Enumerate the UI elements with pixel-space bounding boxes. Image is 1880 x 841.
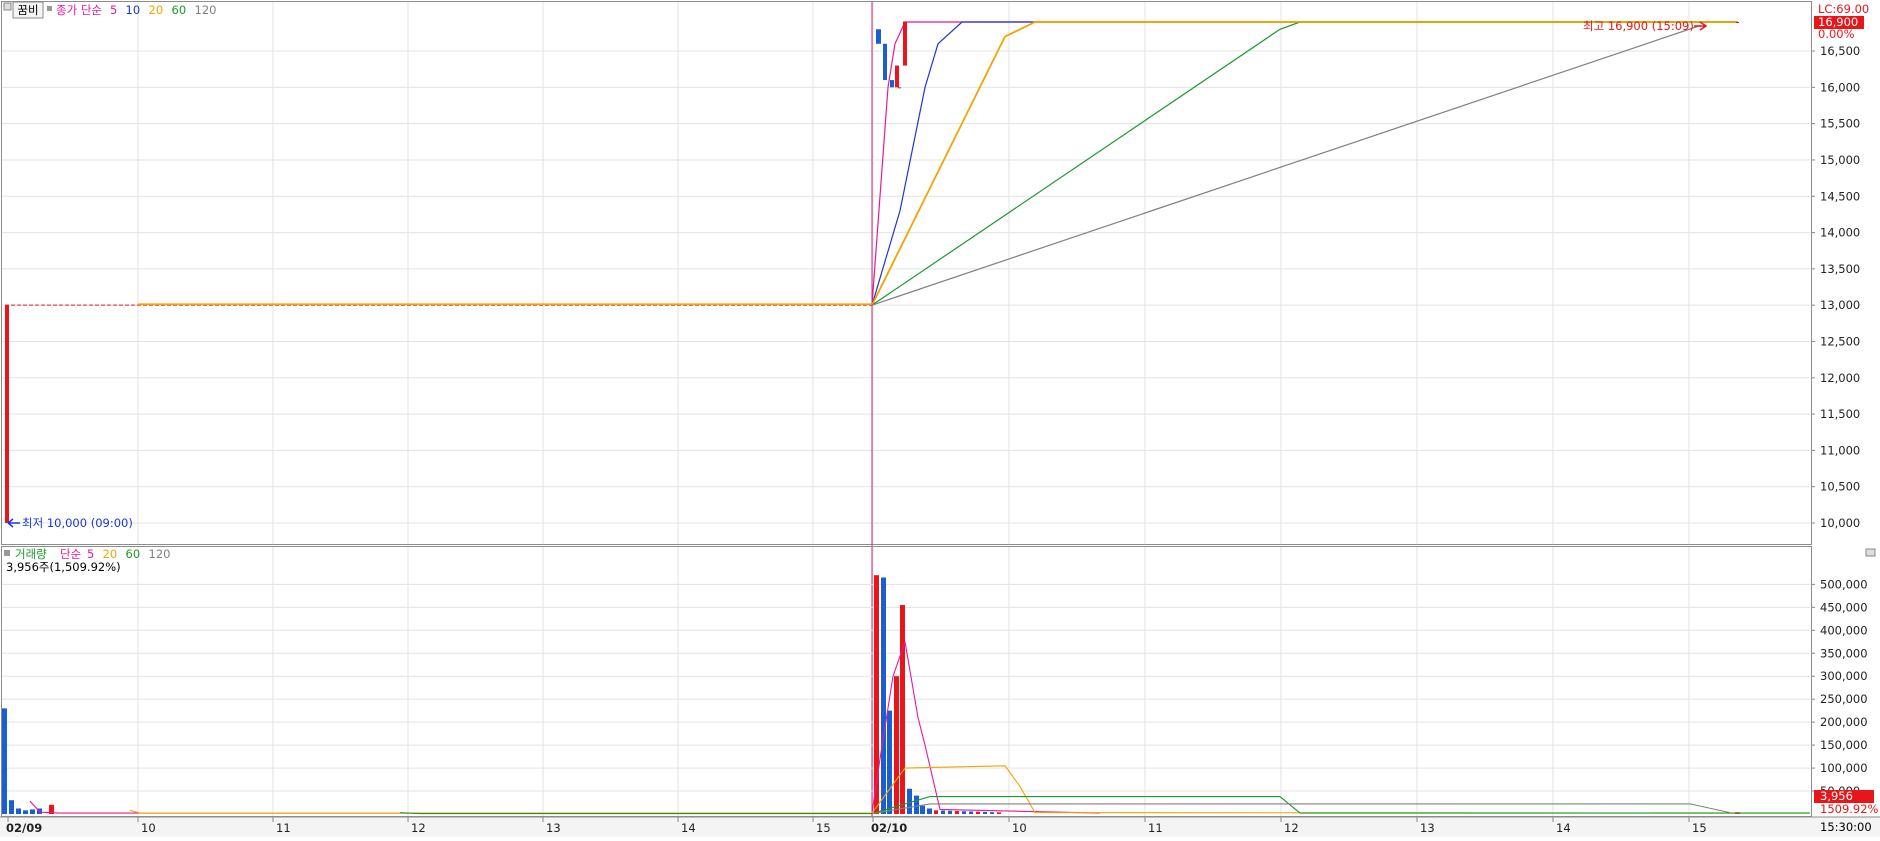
price-legend-title: 종가 단순 [56, 3, 102, 17]
volume-bar [16, 808, 21, 814]
candle-body [890, 80, 894, 88]
volume-tick-label: 300,000 [1820, 669, 1868, 683]
legend-toggle-icon[interactable] [47, 6, 52, 11]
x-tick-label: 10 [141, 821, 156, 835]
volume-legend-period: 60 [126, 547, 141, 561]
volume-tick-label: 250,000 [1820, 692, 1868, 706]
volume-bar [887, 710, 892, 814]
x-tick-label: 12 [1284, 821, 1299, 835]
volume-readout: 3,956주(1,509.92%) [6, 560, 121, 574]
candle-body [898, 87, 901, 89]
x-tick-label: 10 [1012, 821, 1027, 835]
price-tick-label: 16,500 [1820, 44, 1860, 58]
volume-bar [914, 795, 919, 814]
volume-tick-label: 350,000 [1820, 646, 1868, 660]
volume-bar [30, 809, 35, 814]
candle-body [1736, 22, 1739, 23]
price-tick-label: 10,000 [1820, 516, 1860, 530]
price-legend: 꿈비 종가 단순 5 10 20 60 120 [3, 1, 217, 19]
volume-bar [927, 808, 932, 814]
volume-bar [983, 811, 987, 814]
volume-bar [900, 605, 905, 814]
x-tick-label: 15 [1692, 821, 1707, 835]
price-tick-label: 12,500 [1820, 334, 1860, 348]
price-legend-period: 120 [195, 3, 217, 17]
volume-tags: 3,956 1509.92% [1814, 789, 1879, 816]
x-tick-label: 02/10 [871, 821, 907, 835]
candle-body [883, 43, 887, 81]
x-tick-label: 13 [1420, 821, 1435, 835]
panel-toggle-icon[interactable] [3, 2, 12, 11]
volume-bar [976, 811, 980, 814]
price-tick-label: 15,000 [1820, 153, 1860, 167]
volume-legend-label: 단순 [60, 547, 81, 561]
time-readout: 15:30:00 [1820, 820, 1872, 834]
stock-chart: 16,500 16,000 15,500 15,000 14,500 14,000 13,5… [0, 0, 1880, 837]
price-legend-period: 10 [126, 3, 141, 17]
chart-stage: 16,500 16,000 15,500 15,000 14,500 14,000 13,5… [0, 0, 1880, 837]
volume-bar [948, 810, 952, 814]
low-annotation: 최저 10,000 (09:00) [22, 516, 133, 530]
candle-body [895, 65, 899, 88]
volume-tick-label: 400,000 [1820, 623, 1868, 637]
price-legend-period: 5 [110, 3, 117, 17]
x-tick-label: 13 [546, 821, 561, 835]
price-legend-period: 20 [149, 3, 164, 17]
candle-body [5, 305, 9, 523]
price-legend-period: 60 [172, 3, 187, 17]
x-tick-label: 02/09 [6, 821, 42, 835]
price-tick-label: 16,000 [1820, 80, 1860, 94]
x-tick-label: 14 [681, 821, 696, 835]
current-volume-tag: 3,956 [1820, 789, 1853, 803]
lc-label: LC:69.00 [1818, 2, 1869, 16]
volume-toggle-icon[interactable] [4, 550, 10, 556]
volume-tick-label: 200,000 [1820, 715, 1868, 729]
price-tick-label: 14,500 [1820, 189, 1860, 203]
price-tick-label: 11,000 [1820, 443, 1860, 457]
volume-tick-label: 500,000 [1820, 577, 1868, 591]
volume-bar [941, 810, 945, 814]
x-tick-label: 12 [411, 821, 426, 835]
price-tick-label: 13,500 [1820, 262, 1860, 276]
x-axis: 02/09 10 11 12 13 14 15 02/10 10 11 12 13 14 15 [0, 816, 1880, 837]
current-change-tag: 0.00% [1818, 27, 1855, 41]
volume-panel-menu-icon[interactable] [1865, 548, 1876, 557]
x-tick-label: 11 [1148, 821, 1163, 835]
volume-bar [962, 811, 966, 814]
volume-bar [920, 805, 925, 814]
volume-tick-label: 150,000 [1820, 738, 1868, 752]
price-tick-label: 14,000 [1820, 226, 1860, 240]
candle-body [903, 22, 907, 66]
volume-bar [969, 811, 973, 814]
price-tick-label: 12,000 [1820, 371, 1860, 385]
volume-legend-period: 120 [149, 547, 171, 561]
volume-bar [934, 810, 938, 814]
volume-bar [894, 676, 899, 814]
volume-legend-title: 거래량 [15, 547, 47, 561]
volume-bar [955, 811, 959, 814]
high-annotation: 최고 16,900 (15:09) [1583, 19, 1694, 33]
price-tick-label: 15,500 [1820, 117, 1860, 131]
stock-name-label: 꿈비 [17, 3, 38, 17]
volume-bar [23, 810, 28, 814]
volume-bar [874, 575, 879, 814]
volume-bar [2, 708, 7, 814]
price-tick-label: 13,000 [1820, 298, 1860, 312]
volume-bar [997, 812, 1001, 814]
volume-bar [881, 577, 886, 814]
x-tick-label: 15 [816, 821, 831, 835]
x-tick-label: 11 [276, 821, 291, 835]
volume-tick-label: 450,000 [1820, 600, 1868, 614]
volume-legend-period: 5 [87, 547, 94, 561]
price-tick-label: 11,500 [1820, 407, 1860, 421]
price-tick-label: 10,500 [1820, 480, 1860, 494]
volume-bar [9, 800, 14, 814]
volume-legend-period: 20 [103, 547, 118, 561]
candle-body [876, 29, 881, 44]
volume-bar [990, 812, 994, 814]
x-tick-label: 14 [1556, 821, 1571, 835]
current-ratio-tag: 1509.92% [1820, 802, 1879, 816]
volume-tick-label: 100,000 [1820, 761, 1868, 775]
volume-bar [907, 788, 912, 814]
